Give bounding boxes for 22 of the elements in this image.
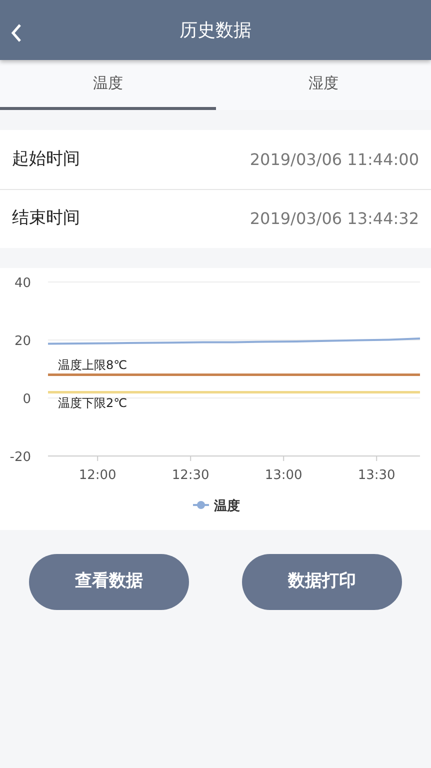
legend-icon [193, 501, 209, 509]
field-value: 2019/03/06 13:44:32 [250, 208, 419, 230]
field-value: 2019/03/06 11:44:00 [250, 148, 419, 170]
tab[interactable]: 湿度 [216, 60, 431, 110]
limit-label: 温度上限8℃ [58, 358, 128, 372]
y-axis-label: 40 [14, 276, 31, 291]
x-axis-label: 13:30 [358, 468, 396, 483]
legend-label: 温度 [214, 499, 240, 514]
y-axis-label: 20 [14, 334, 31, 349]
x-axis-label: 12:30 [172, 468, 210, 483]
field-label: 结束时间 [12, 207, 80, 230]
action-button[interactable]: 数据打印 [242, 554, 402, 610]
x-axis-label: 12:00 [78, 468, 116, 483]
limit-label: 温度下限2℃ [58, 396, 128, 410]
page-title: 历史数据 [180, 18, 252, 42]
y-axis-label: 0 [22, 392, 31, 407]
y-axis-label: -20 [10, 450, 31, 465]
x-axis-label: 13:00 [264, 468, 302, 483]
back-icon [10, 23, 22, 43]
tab[interactable]: 温度 [0, 60, 216, 110]
action-button[interactable]: 查看数据 [29, 554, 189, 610]
field-label: 起始时间 [12, 148, 80, 171]
